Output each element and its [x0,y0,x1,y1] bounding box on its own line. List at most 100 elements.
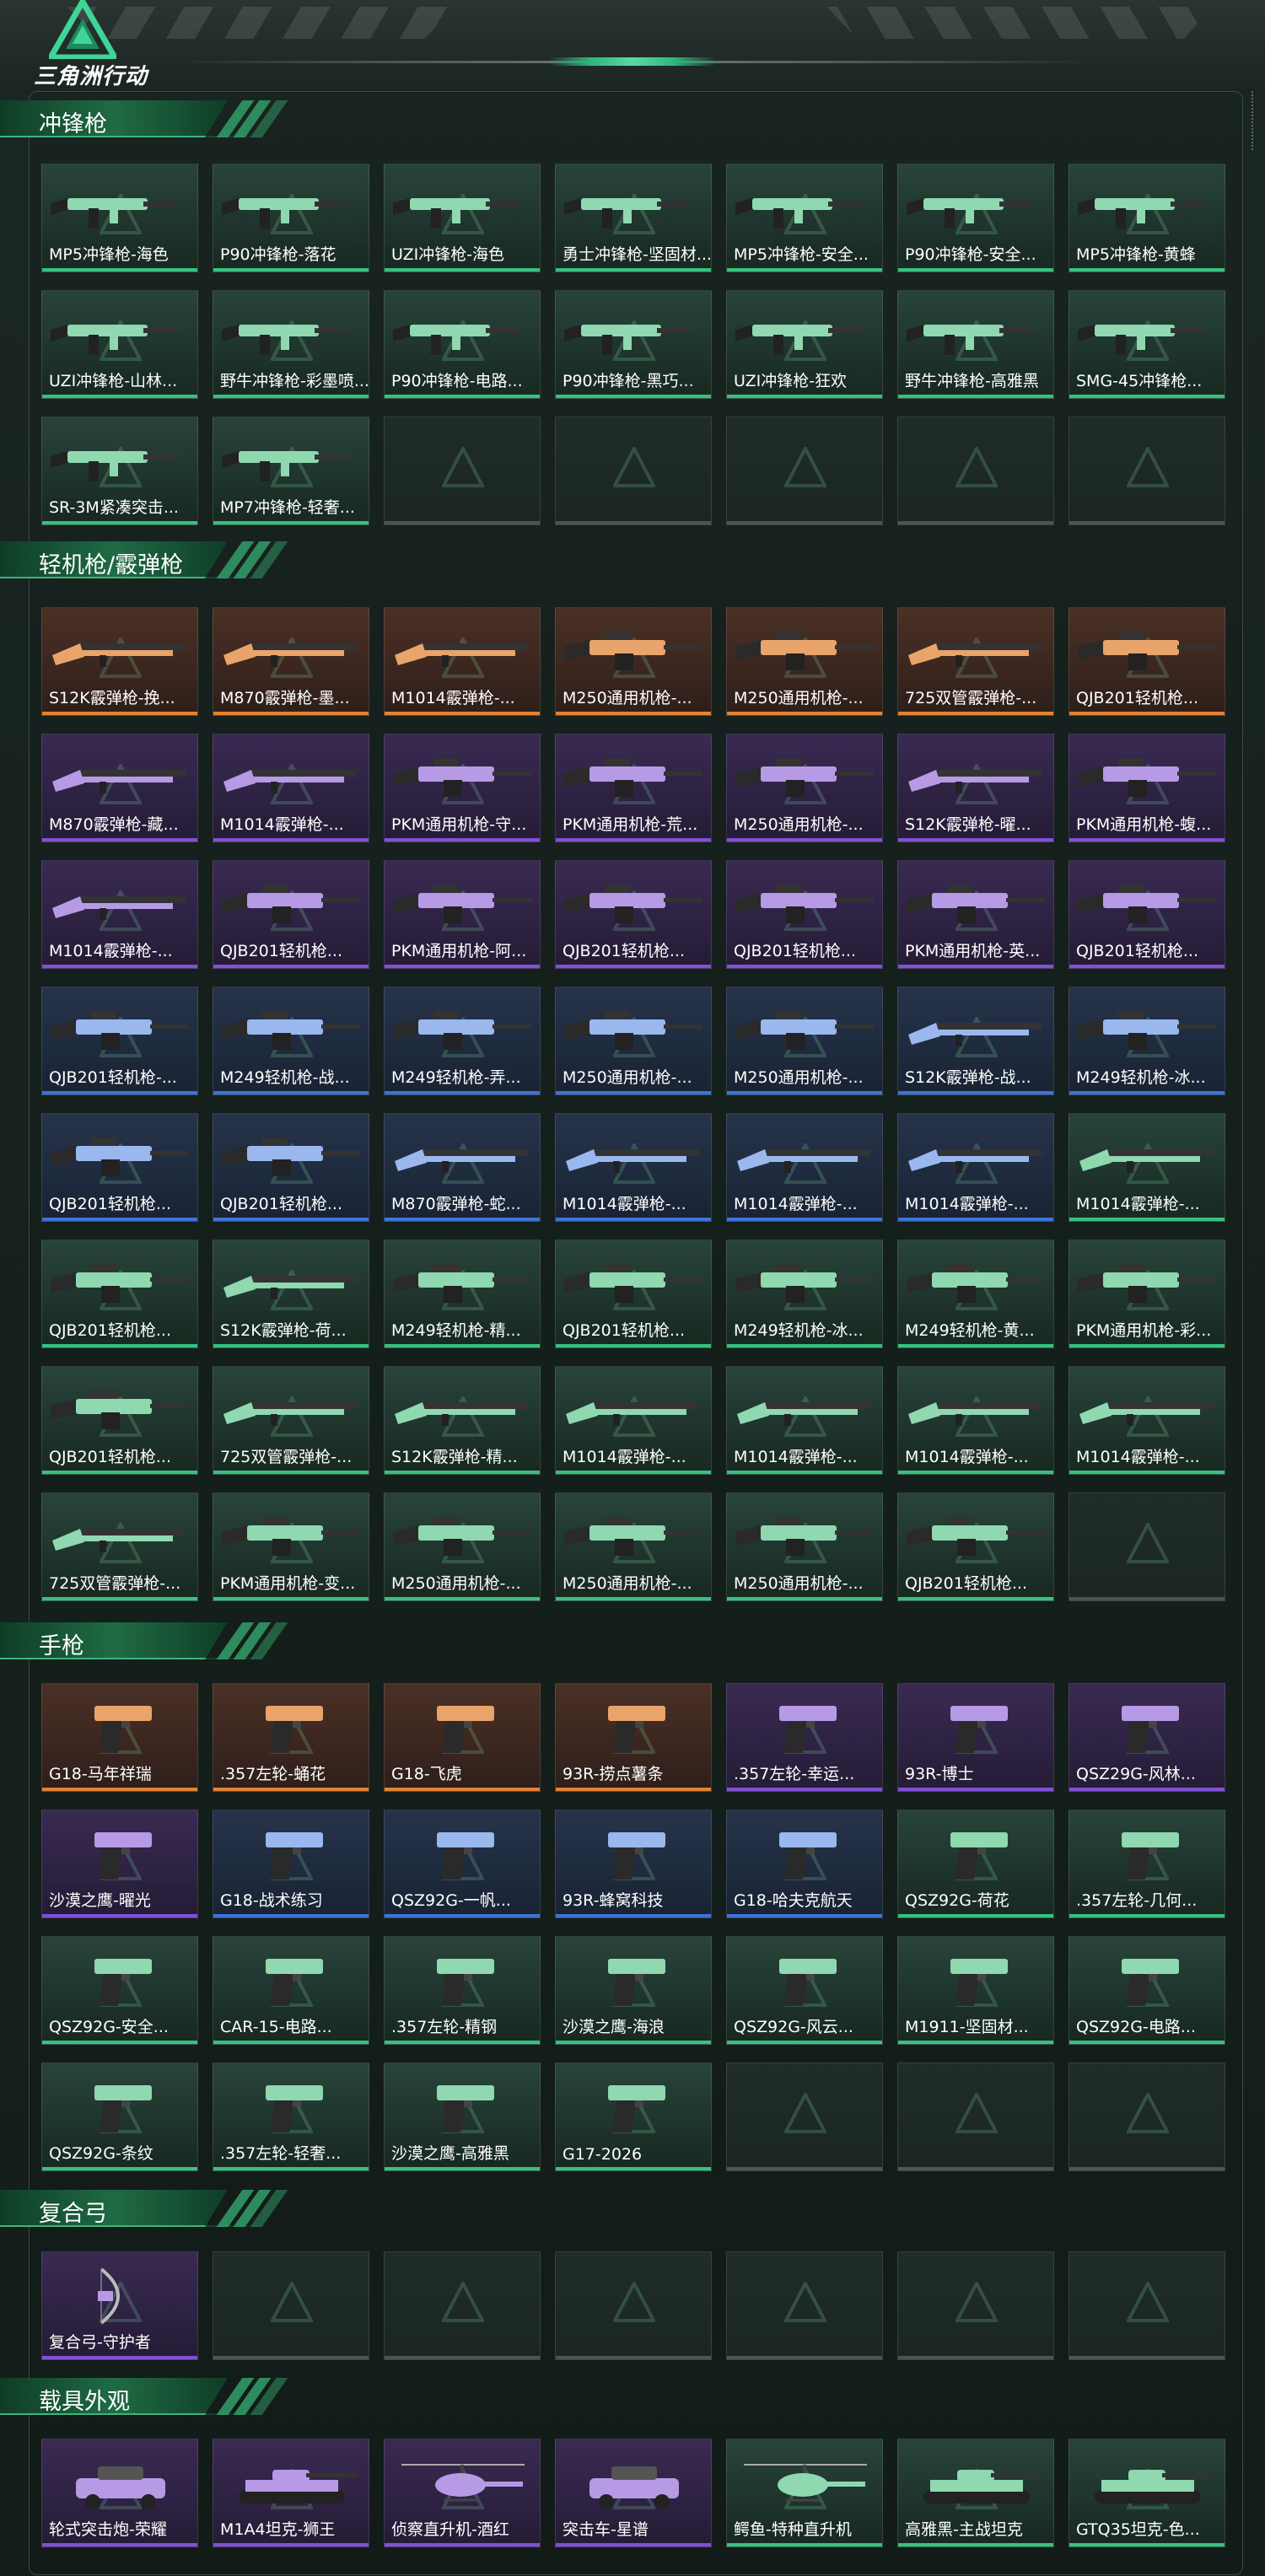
item-card[interactable]: PKM通用机枪-阿... [384,860,541,969]
item-card[interactable]: S12K霰弹枪-曜... [897,734,1054,842]
item-card[interactable]: M1014霰弹枪-... [555,1366,712,1475]
item-card[interactable]: UZI冲锋枪-山林... [41,290,198,399]
item-card[interactable]: M1014霰弹枪-... [555,1113,712,1222]
item-card[interactable]: P90冲锋枪-落花 [213,164,369,272]
item-card[interactable]: 93R-捞点薯条 [555,1683,712,1792]
item-card[interactable]: QJB201轻机枪... [1069,607,1225,716]
item-card[interactable]: M1014霰弹枪-... [1069,1366,1225,1475]
item-card[interactable]: M249轻机枪-冰... [726,1240,883,1348]
item-card[interactable]: 沙漠之鹰-海浪 [555,1936,712,2045]
item-card[interactable]: M1014霰弹枪-... [897,1113,1054,1222]
item-card[interactable]: M250通用机枪-... [726,1492,883,1601]
item-card[interactable]: 侦察直升机-酒红 [384,2439,541,2547]
item-card[interactable]: S12K霰弹枪-战... [897,987,1054,1095]
item-card[interactable]: PKM通用机枪-守... [384,734,541,842]
item-card[interactable]: GTQ35坦克-色... [1069,2439,1225,2547]
item-card[interactable]: M250通用机枪-... [726,987,883,1095]
item-card[interactable]: MP5冲锋枪-安全... [726,164,883,272]
item-card[interactable]: QJB201轻机枪... [213,860,369,969]
item-card[interactable]: 725双管霰弹枪-... [41,1492,198,1601]
item-card[interactable]: P90冲锋枪-安全... [897,164,1054,272]
item-card[interactable]: 突击车-星谱 [555,2439,712,2547]
item-card[interactable]: CAR-15-电路... [213,1936,369,2045]
item-card[interactable]: M1014霰弹枪-... [41,860,198,969]
item-card[interactable]: QSZ29G-风林... [1069,1683,1225,1792]
item-card[interactable]: M1014霰弹枪-... [384,607,541,716]
item-card[interactable]: G17-2026 [555,2062,712,2171]
item-card[interactable]: QSZ92G-安全... [41,1936,198,2045]
item-card[interactable]: MP5冲锋枪-黄蜂 [1069,164,1225,272]
item-card[interactable]: SMG-45冲锋枪... [1069,290,1225,399]
item-card[interactable]: QSZ92G-风云... [726,1936,883,2045]
item-card[interactable]: P90冲锋枪-电路... [384,290,541,399]
item-card[interactable]: G18-马年祥瑞 [41,1683,198,1792]
item-card[interactable]: UZI冲锋枪-海色 [384,164,541,272]
item-card[interactable]: 725双管霰弹枪-... [213,1366,369,1475]
scrollbar-indicator[interactable] [1252,91,1255,150]
item-card[interactable]: 沙漠之鹰-曜光 [41,1810,198,1918]
item-card[interactable]: QJB201轻机枪... [897,1492,1054,1601]
item-card[interactable]: 野牛冲锋枪-彩墨喷... [213,290,369,399]
item-card[interactable]: S12K霰弹枪-荷... [213,1240,369,1348]
item-card[interactable]: S12K霰弹枪-挽... [41,607,198,716]
item-card[interactable]: PKM通用机枪-变... [213,1492,369,1601]
item-card[interactable]: M1014霰弹枪-... [213,734,369,842]
item-card[interactable]: 沙漠之鹰-高雅黑 [384,2062,541,2171]
item-card[interactable]: MP7冲锋枪-轻奢... [213,417,369,525]
item-card[interactable]: 鳄鱼-特种直升机 [726,2439,883,2547]
item-card[interactable]: M250通用机枪-... [555,1492,712,1601]
item-card[interactable]: 93R-蜂窝科技 [555,1810,712,1918]
item-card[interactable]: M1014霰弹枪-... [1069,1113,1225,1222]
item-card[interactable]: 轮式突击炮-荣耀 [41,2439,198,2547]
item-card[interactable]: M870霰弹枪-藏... [41,734,198,842]
item-card[interactable]: 高雅黑-主战坦克 [897,2439,1054,2547]
item-card[interactable]: 725双管霰弹枪-... [897,607,1054,716]
item-card[interactable]: PKM通用机枪-蝮... [1069,734,1225,842]
item-card[interactable]: M250通用机枪-... [555,987,712,1095]
item-card[interactable]: G18-哈夫克航天 [726,1810,883,1918]
item-card[interactable]: QJB201轻机枪... [41,1240,198,1348]
item-card[interactable]: QJB201轻机枪-... [41,987,198,1095]
item-card[interactable]: M250通用机枪-... [384,1492,541,1601]
item-card[interactable]: UZI冲锋枪-狂欢 [726,290,883,399]
item-card[interactable]: QJB201轻机枪... [1069,860,1225,969]
item-card[interactable]: QSZ92G-条纹 [41,2062,198,2171]
item-card[interactable]: M1014霰弹枪-... [897,1366,1054,1475]
item-card[interactable]: QSZ92G-荷花 [897,1810,1054,1918]
item-card[interactable]: M1911-坚固材... [897,1936,1054,2045]
item-card[interactable]: M249轻机枪-黄... [897,1240,1054,1348]
item-card[interactable]: QJB201轻机枪... [726,860,883,969]
item-card[interactable]: QJB201轻机枪... [41,1113,198,1222]
item-card[interactable]: M870霰弹枪-蛇... [384,1113,541,1222]
item-card[interactable]: 复合弓-守护者 [41,2251,198,2360]
item-card[interactable]: .357左轮-轻奢... [213,2062,369,2171]
item-card[interactable]: .357左轮-蛹花 [213,1683,369,1792]
item-card[interactable]: QJB201轻机枪... [555,860,712,969]
item-card[interactable]: M249轻机枪-精... [384,1240,541,1348]
item-card[interactable]: QJB201轻机枪... [41,1366,198,1475]
item-card[interactable]: QJB201轻机枪... [213,1113,369,1222]
item-card[interactable]: 93R-博士 [897,1683,1054,1792]
item-card[interactable]: M250通用机枪-... [555,607,712,716]
item-card[interactable]: SR-3M紧凑突击... [41,417,198,525]
item-card[interactable]: M1A4坦克-狮王 [213,2439,369,2547]
item-card[interactable]: PKM通用机枪-荒... [555,734,712,842]
item-card[interactable]: M870霰弹枪-墨... [213,607,369,716]
item-card[interactable]: .357左轮-几何... [1069,1810,1225,1918]
item-card[interactable]: P90冲锋枪-黑巧... [555,290,712,399]
item-card[interactable]: QJB201轻机枪... [555,1240,712,1348]
item-card[interactable]: M250通用机枪-... [726,734,883,842]
item-card[interactable]: M249轻机枪-战... [213,987,369,1095]
item-card[interactable]: 野牛冲锋枪-高雅黑 [897,290,1054,399]
item-card[interactable]: M249轻机枪-冰... [1069,987,1225,1095]
item-card[interactable]: QSZ92G-一帆... [384,1810,541,1918]
item-card[interactable]: S12K霰弹枪-精... [384,1366,541,1475]
item-card[interactable]: M1014霰弹枪-... [726,1366,883,1475]
item-card[interactable]: PKM通用机枪-英... [897,860,1054,969]
item-card[interactable]: .357左轮-幸运... [726,1683,883,1792]
item-card[interactable]: QSZ92G-电路... [1069,1936,1225,2045]
item-card[interactable]: 勇士冲锋枪-坚固材... [555,164,712,272]
item-card[interactable]: M250通用机枪-... [726,607,883,716]
item-card[interactable]: M1014霰弹枪-... [726,1113,883,1222]
item-card[interactable]: .357左轮-精钢 [384,1936,541,2045]
